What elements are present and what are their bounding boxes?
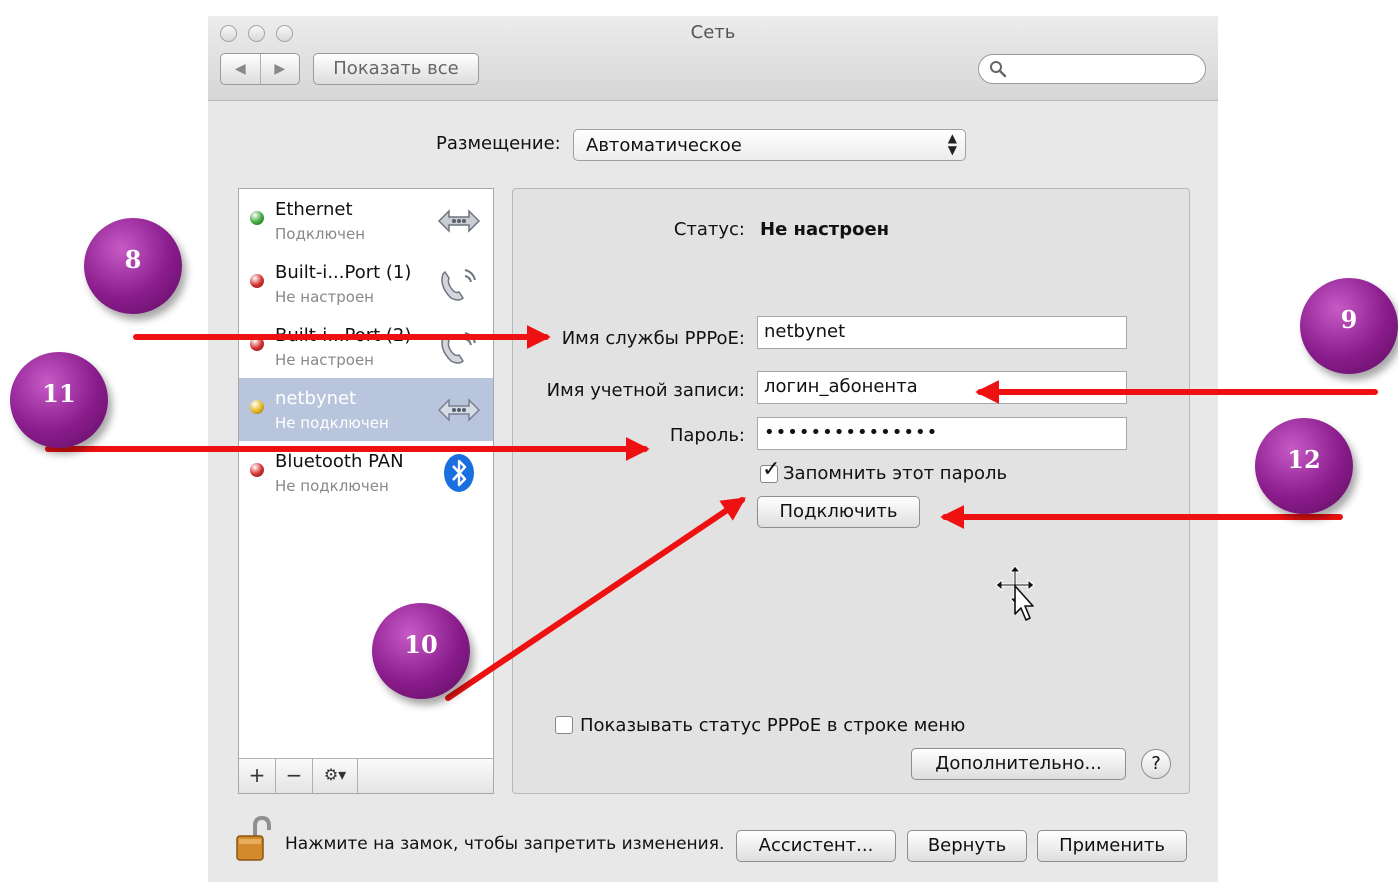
service-item-bluetooth-pan[interactable]: Bluetooth PAN Не подключен: [239, 441, 493, 504]
title-bar: Сеть ◀ ▶ Показать все: [208, 16, 1218, 101]
revert-button[interactable]: Вернуть: [907, 830, 1027, 862]
bluetooth-icon: [444, 454, 474, 492]
search-field[interactable]: [978, 54, 1206, 84]
service-item-builtin-port-2[interactable]: Built-i...Port (2) Не настроен: [239, 315, 493, 378]
search-icon: [990, 61, 1007, 78]
lock-icon[interactable]: [233, 816, 273, 862]
remove-service-button[interactable]: −: [276, 759, 313, 793]
modem-icon: [441, 332, 476, 364]
back-forward-buttons: ◀ ▶: [220, 53, 300, 85]
service-name: Built-i...Port (2): [275, 325, 412, 346]
lock-hint-text: Нажмите на замок, чтобы запретить измене…: [285, 834, 725, 854]
help-button[interactable]: ?: [1141, 749, 1171, 779]
select-arrows-icon: ▲ ▼: [947, 131, 957, 157]
account-name-field[interactable]: логин_абонента: [757, 371, 1127, 404]
show-all-button[interactable]: Показать все: [313, 53, 479, 85]
location-value: Автоматическое: [586, 135, 742, 156]
annotation-badge-10: 10: [372, 603, 470, 699]
back-button[interactable]: ◀: [221, 54, 261, 84]
service-name: Bluetooth PAN: [275, 451, 404, 472]
service-status: Не подключен: [275, 414, 389, 432]
service-status: Не настроен: [275, 288, 374, 306]
service-status: Не подключен: [275, 477, 389, 495]
network-preferences-window: Сеть ◀ ▶ Показать все Размещение: Автома…: [208, 16, 1218, 882]
ethernet-icon: [437, 398, 481, 422]
location-label: Размещение:: [436, 133, 561, 154]
service-name: Ethernet: [275, 199, 353, 220]
service-item-netbynet[interactable]: netbynet Не подключен: [239, 378, 493, 441]
service-name: netbynet: [275, 388, 357, 409]
ethernet-icon: [437, 209, 481, 233]
checkmark-icon: ✓: [762, 457, 781, 482]
annotation-badge-11: 11: [10, 352, 108, 448]
password-field[interactable]: •••••••••••••••: [757, 417, 1127, 450]
service-name: Built-i...Port (1): [275, 262, 412, 283]
annotation-badge-8: 8: [84, 218, 182, 314]
gear-menu-button[interactable]: ⚙▾: [313, 759, 358, 793]
forward-button[interactable]: ▶: [261, 54, 300, 84]
status-dot: [250, 274, 264, 288]
location-select[interactable]: Автоматическое ▲ ▼: [573, 129, 966, 161]
annotation-badge-12: 12: [1255, 418, 1353, 514]
status-dot: [250, 463, 264, 477]
status-dot: [250, 400, 264, 414]
modem-icon: [441, 269, 476, 301]
annotation-badge-9: 9: [1300, 278, 1398, 374]
search-input[interactable]: [1015, 59, 1199, 81]
remember-password-label: Запомнить этот пароль: [783, 463, 1008, 484]
service-status: Не настроен: [275, 351, 374, 369]
status-dot: [250, 211, 264, 225]
service-item-ethernet[interactable]: Ethernet Подключен: [239, 189, 493, 252]
show-pppoe-status-label: Показывать статус PPPoE в строке меню: [580, 715, 966, 736]
password-label: Пароль:: [669, 425, 745, 446]
show-pppoe-status-checkbox[interactable]: [555, 716, 573, 734]
move-cursor-icon: [995, 566, 1035, 621]
pppoe-service-name-field[interactable]: netbynet: [757, 316, 1127, 349]
add-service-button[interactable]: +: [239, 759, 276, 793]
service-status: Подключен: [275, 225, 365, 243]
assistant-button[interactable]: Ассистент...: [736, 830, 896, 862]
remember-password-checkbox[interactable]: ✓: [760, 457, 780, 483]
status-dot: [250, 337, 264, 351]
pppoe-service-name-label: Имя службы PPPoE:: [561, 328, 745, 349]
service-item-builtin-port-1[interactable]: Built-i...Port (1) Не настроен: [239, 252, 493, 315]
status-label: Статус:: [673, 219, 745, 240]
connect-button[interactable]: Подключить: [757, 496, 920, 528]
status-value: Не настроен: [760, 219, 890, 240]
apply-button[interactable]: Применить: [1037, 830, 1187, 862]
service-list: Ethernet Подключен Built-i...Port (1) Не…: [238, 188, 494, 794]
account-name-label: Имя учетной записи:: [546, 380, 745, 401]
window-title: Сеть: [690, 22, 736, 43]
advanced-button[interactable]: Дополнительно...: [911, 748, 1126, 780]
service-list-toolbar: + − ⚙▾: [239, 758, 493, 793]
service-details-panel: Статус: Не настроен Имя службы PPPoE: ne…: [512, 188, 1190, 794]
